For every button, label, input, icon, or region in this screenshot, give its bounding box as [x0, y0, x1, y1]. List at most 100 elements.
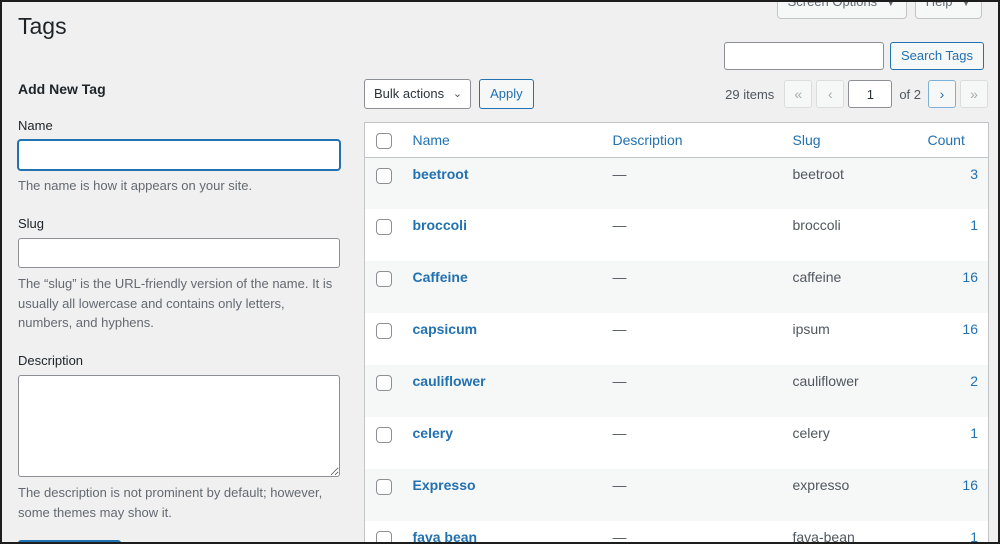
name-field-help: The name is how it appears on your site. [18, 178, 253, 194]
chevron-down-icon: ▼ [961, 0, 971, 9]
select-all-checkbox[interactable] [376, 132, 392, 149]
row-checkbox[interactable] [376, 323, 392, 340]
chevron-down-icon: ▼ [885, 0, 896, 9]
column-header-slug: Slug [782, 122, 918, 158]
row-select-cell [364, 469, 403, 522]
tag-name-link[interactable]: capsicum [413, 321, 478, 337]
row-checkbox[interactable] [376, 375, 392, 392]
total-pages-label: of 2 [899, 86, 921, 102]
tag-slug-cell: broccoli [782, 209, 918, 262]
table-row: Expresso — expresso 16 [364, 469, 989, 522]
row-checkbox[interactable] [376, 427, 392, 444]
tag-count-cell: 1 [917, 417, 989, 470]
tag-count-link[interactable]: 1 [970, 529, 978, 542]
tag-count-link[interactable]: 1 [970, 217, 978, 233]
tag-name-link[interactable]: fava bean [413, 529, 478, 542]
sort-by-slug-link[interactable]: Slug [793, 132, 821, 148]
first-page-button: « [784, 80, 813, 108]
table-row: beetroot — beetroot 3 [364, 157, 989, 210]
tag-description-cell: — [602, 209, 783, 262]
column-header-count: Count [917, 122, 989, 158]
sort-by-name-link[interactable]: Name [413, 132, 450, 148]
tag-count-link[interactable]: 3 [970, 166, 978, 182]
pagination: 29 items « ‹ of 2 › » [725, 78, 988, 110]
tag-name-cell: fava bean [402, 521, 603, 542]
description-field-label: Description [18, 352, 84, 368]
row-select-cell [364, 521, 403, 542]
row-checkbox[interactable] [376, 531, 392, 542]
admin-page: Screen Options ▼ Help ▼ Tags Search Tags… [0, 0, 1000, 544]
slug-field-help: The “slug” is the URL-friendly version o… [18, 276, 333, 331]
description-field-help: The description is not prominent by defa… [18, 485, 323, 520]
tag-count-link[interactable]: 2 [970, 373, 978, 389]
add-new-tag-form: Add New Tag Name The name is how it appe… [18, 80, 340, 542]
row-checkbox[interactable] [376, 479, 392, 496]
bulk-actions-select[interactable]: Bulk actions ⌄ [364, 79, 472, 109]
tag-description-cell: — [602, 261, 783, 314]
tags-table-head: Name Description Slug Count [364, 122, 989, 158]
column-header-description: Description [602, 122, 783, 158]
row-checkbox[interactable] [376, 271, 392, 288]
tag-count-cell: 16 [917, 469, 989, 522]
slug-field-label: Slug [18, 215, 45, 231]
tag-description-cell: — [602, 365, 783, 418]
tag-count-link[interactable]: 16 [962, 321, 978, 337]
tag-name-link[interactable]: Expresso [413, 477, 476, 493]
tags-table-body: beetroot — beetroot 3 broccoli — broccoli 1 Caff… [364, 157, 989, 542]
tag-name-cell: Expresso [402, 469, 603, 522]
row-select-cell [364, 157, 403, 210]
screen-options-button[interactable]: Screen Options ▼ [776, 0, 907, 19]
tag-name-cell: Caffeine [402, 261, 603, 314]
tag-count-cell: 1 [917, 209, 989, 262]
next-page-button[interactable]: › [928, 80, 956, 108]
table-row: broccoli — broccoli 1 [364, 209, 989, 262]
name-field-label: Name [18, 117, 53, 133]
prev-page-button: ‹ [816, 80, 845, 108]
tag-slug-cell: caffeine [782, 261, 918, 314]
search-tags-button[interactable]: Search Tags [889, 42, 984, 70]
help-button[interactable]: Help ▼ [914, 0, 982, 19]
add-new-tag-submit-button[interactable]: Add New Tag [18, 540, 122, 542]
tag-slug-cell: ipsum [782, 313, 918, 366]
tag-count-link[interactable]: 1 [970, 425, 978, 441]
sort-by-description-link[interactable]: Description [613, 132, 683, 148]
page-title: Tags [18, 13, 67, 39]
tag-description-cell: — [602, 157, 783, 210]
search-input[interactable] [723, 42, 884, 70]
table-row: cauliflower — cauliflower 2 [364, 365, 989, 418]
current-page-input[interactable] [848, 80, 893, 108]
tag-name-cell: capsicum [402, 313, 603, 366]
row-select-cell [364, 313, 403, 366]
slug-input[interactable] [18, 238, 340, 269]
tag-description-cell: — [602, 313, 783, 366]
row-select-cell [364, 209, 403, 262]
tag-count-link[interactable]: 16 [962, 269, 978, 285]
tag-count-cell: 16 [917, 261, 989, 314]
search-form: Search Tags [723, 42, 984, 70]
tags-table: Name Description Slug Count beetroot — bee… [364, 122, 989, 542]
tag-count-link[interactable]: 16 [962, 477, 978, 493]
tag-slug-cell: beetroot [782, 157, 918, 210]
table-row: capsicum — ipsum 16 [364, 313, 989, 366]
tag-name-link[interactable]: Caffeine [413, 269, 468, 285]
tag-description-cell: — [602, 417, 783, 470]
description-textarea[interactable] [18, 375, 340, 478]
screen-options-label: Screen Options [787, 0, 878, 9]
tag-name-link[interactable]: beetroot [413, 166, 469, 182]
tag-slug-cell: celery [782, 417, 918, 470]
tags-list-panel: Bulk actions ⌄ Apply 29 items « ‹ of 2 ›… [364, 78, 989, 542]
sort-by-count-link[interactable]: Count [928, 132, 965, 148]
apply-button[interactable]: Apply [479, 79, 534, 109]
row-checkbox[interactable] [376, 167, 392, 184]
table-nav-top: Bulk actions ⌄ Apply 29 items « ‹ of 2 ›… [364, 78, 988, 110]
row-checkbox[interactable] [376, 219, 392, 236]
tag-name-link[interactable]: cauliflower [413, 373, 486, 389]
tag-name-cell: celery [402, 417, 603, 470]
table-header-row: Name Description Slug Count [364, 122, 989, 158]
tag-name-link[interactable]: broccoli [413, 217, 467, 233]
items-count: 29 items [725, 86, 775, 102]
name-input[interactable] [18, 140, 340, 171]
chevron-down-icon: ⌄ [452, 88, 463, 100]
table-row: Caffeine — caffeine 16 [364, 261, 989, 314]
tag-name-link[interactable]: celery [413, 425, 453, 441]
